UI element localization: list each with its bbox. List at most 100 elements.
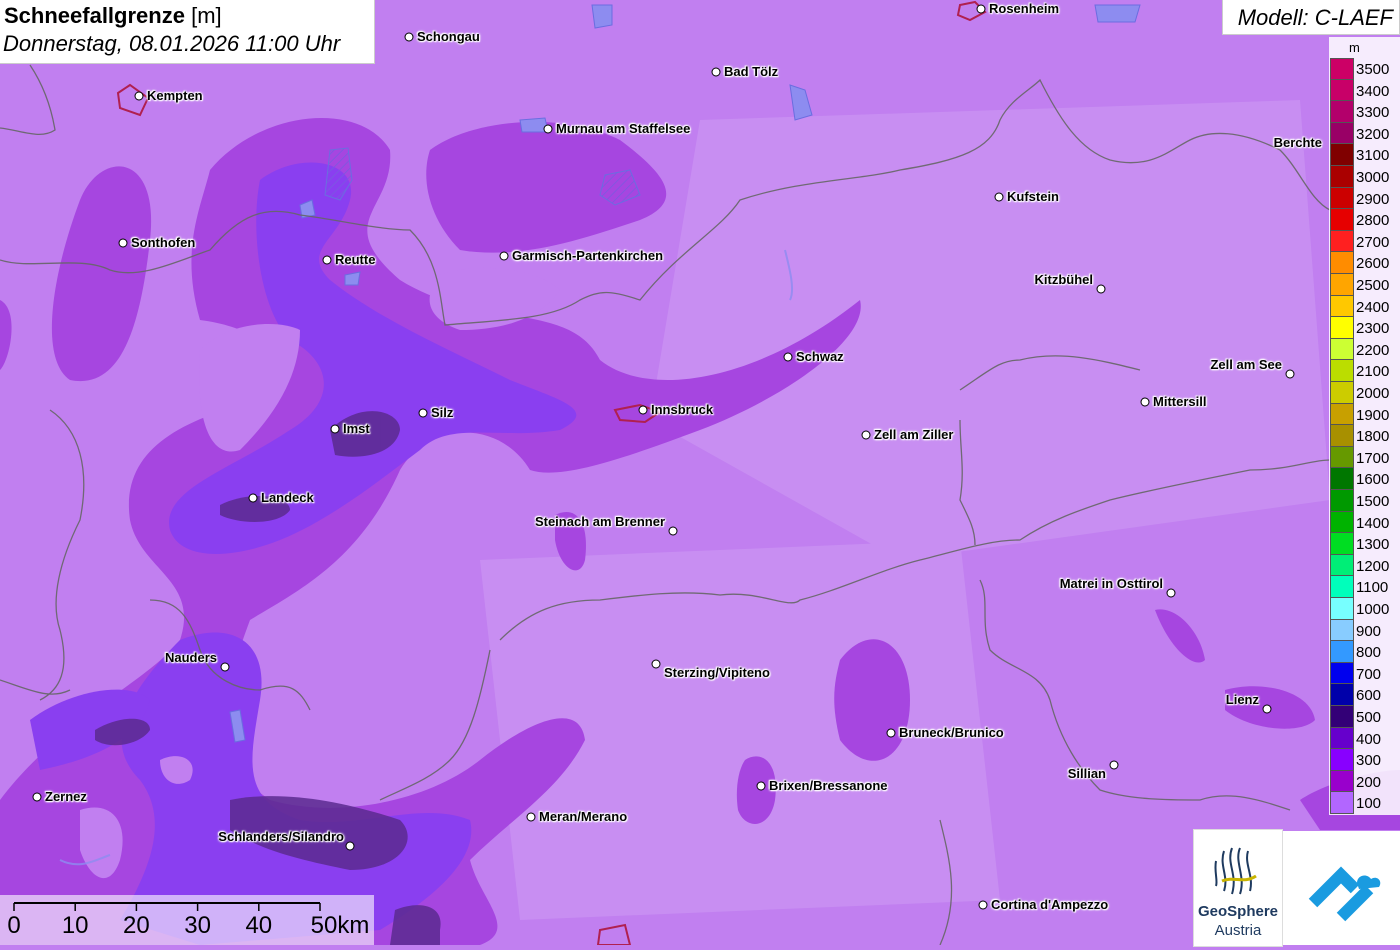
city-marker[interactable] (330, 424, 340, 434)
city-marker[interactable] (1262, 704, 1272, 714)
legend-swatch (1330, 490, 1354, 512)
legend-entry: 2100 (1330, 360, 1400, 382)
city-marker[interactable] (322, 255, 332, 265)
city-marker[interactable] (118, 238, 128, 248)
city-label: Silz (431, 405, 454, 420)
legend-entry: 1600 (1330, 468, 1400, 490)
legend-swatch (1330, 360, 1354, 382)
city-label: Zell am Ziller (874, 427, 954, 442)
legend-label: 1700 (1356, 449, 1390, 467)
snowline-map[interactable] (0, 0, 1400, 945)
legend-entry: 2500 (1330, 274, 1400, 296)
legend-entry: 1400 (1330, 511, 1400, 534)
city-marker[interactable] (976, 4, 986, 14)
legend-label: 2600 (1356, 255, 1390, 273)
city-marker[interactable] (711, 67, 721, 77)
city-marker[interactable] (418, 408, 428, 418)
city-marker[interactable] (783, 352, 793, 362)
city-marker[interactable] (1140, 397, 1150, 407)
legend-label: 3200 (1356, 125, 1390, 143)
geosphere-logo[interactable]: GeoSphere Austria (1193, 829, 1283, 947)
legend-swatch (1330, 79, 1354, 102)
legend-label: 3300 (1356, 104, 1390, 122)
geosphere-name: GeoSphere (1197, 903, 1279, 920)
legend-entry: 1700 (1330, 446, 1400, 469)
city-marker[interactable] (861, 430, 871, 440)
city-label: Sterzing/Vipiteno (664, 665, 770, 680)
city-marker[interactable] (248, 493, 258, 503)
city-label: Reutte (335, 252, 376, 267)
title-panel: Schneefallgrenze [m] Donnerstag, 08.01.2… (0, 0, 375, 64)
city-marker[interactable] (1096, 284, 1106, 294)
legend-entry: 1100 (1330, 576, 1400, 598)
geosphere-emblem-icon (1214, 847, 1257, 895)
legend-swatch (1330, 101, 1354, 123)
legend-entry: 2800 (1330, 209, 1400, 231)
city-marker[interactable] (345, 841, 355, 851)
city-label: Schwaz (796, 349, 844, 364)
city-marker[interactable] (220, 662, 230, 672)
legend-entry: 3300 (1330, 101, 1400, 123)
legend-label: 500 (1356, 709, 1382, 726)
city-label: Landeck (261, 490, 314, 505)
legend-swatch (1330, 533, 1354, 555)
city-marker[interactable] (32, 792, 42, 802)
legend-label: 2400 (1356, 298, 1390, 316)
city-marker[interactable] (404, 32, 414, 42)
city-marker[interactable] (978, 900, 988, 910)
legend-swatch (1330, 425, 1354, 447)
city-marker[interactable] (886, 728, 896, 738)
city-label: Bad Tölz (724, 64, 779, 79)
legend-entry: 2600 (1330, 252, 1400, 274)
legend-swatch (1330, 576, 1354, 598)
legend-label: 600 (1356, 687, 1382, 705)
legend-swatch (1330, 274, 1354, 296)
legend-entry: 1000 (1330, 598, 1400, 620)
legend-entry: 3000 (1330, 166, 1400, 188)
color-legend: m 3500 3400 3300 3200 3100 3000 2900 2800 2700 26… (1329, 37, 1400, 815)
city-marker[interactable] (994, 192, 1004, 202)
city-label: Kitzbühel (1034, 272, 1094, 287)
city-marker[interactable] (651, 659, 661, 669)
city-marker[interactable] (543, 124, 553, 134)
scale-label: 0 (7, 912, 21, 939)
legend-swatch (1330, 684, 1354, 706)
legend-label: 2100 (1356, 363, 1390, 381)
legend-label: 1800 (1356, 428, 1390, 446)
city-marker[interactable] (499, 251, 509, 261)
legend-entry: 500 (1330, 706, 1400, 728)
city-marker[interactable] (638, 405, 648, 415)
legend-entry: 2200 (1330, 338, 1400, 361)
legend-swatch (1330, 382, 1354, 404)
legend-entry: 200 (1330, 770, 1400, 793)
legend-label: 3100 (1356, 147, 1390, 165)
weather-app-logo[interactable] (1283, 831, 1400, 945)
city-marker[interactable] (1166, 588, 1176, 598)
city-marker[interactable] (526, 812, 536, 822)
legend-entry: 1200 (1330, 554, 1400, 577)
city-marker[interactable] (134, 91, 144, 101)
model-label: Modell: C-LAEF (1237, 5, 1393, 30)
city-marker[interactable] (756, 781, 766, 791)
legend-entry: 100 (1330, 792, 1400, 814)
city-label: Zernez (45, 789, 87, 804)
legend-label: 2900 (1356, 190, 1390, 208)
legend-entry: 2000 (1330, 382, 1400, 404)
legend-swatch (1330, 662, 1354, 685)
city-label: Zell am See (1210, 357, 1282, 372)
legend-swatch (1330, 792, 1354, 814)
legend-swatch (1330, 770, 1354, 793)
city-marker[interactable] (1109, 760, 1119, 770)
city-label: Schlanders/Silandro (218, 829, 344, 844)
legend-swatch (1330, 144, 1354, 166)
city-label: Brixen/Bressanone (769, 778, 888, 793)
legend-swatch (1330, 403, 1354, 426)
city-marker[interactable] (1285, 369, 1295, 379)
legend-swatch (1330, 727, 1354, 750)
legend-label: 1400 (1356, 514, 1390, 532)
scale-label: 30 (184, 912, 211, 939)
legend-swatch (1330, 468, 1354, 490)
legend-label: 1900 (1356, 406, 1390, 424)
city-marker[interactable] (668, 526, 678, 536)
legend-label: 2300 (1356, 320, 1390, 338)
